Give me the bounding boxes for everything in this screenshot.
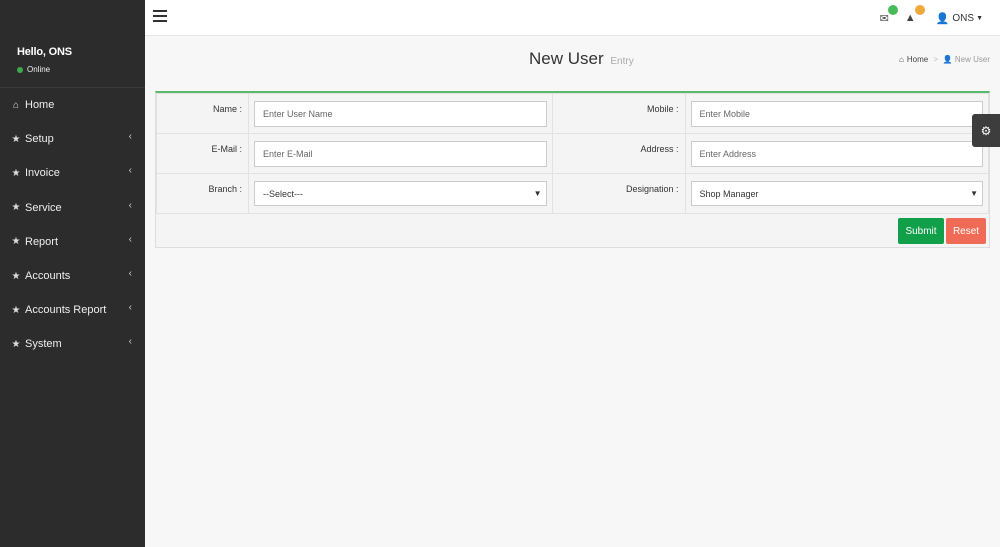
sidebar-item-invoice[interactable]: ★ Invoice ‹	[0, 156, 145, 190]
top-navbar: ✉ ▲ 👤 ONS ▼	[145, 0, 1000, 36]
star-icon: ★	[11, 236, 21, 248]
reset-button[interactable]: Reset	[946, 218, 986, 244]
page-title: New User Entry	[529, 49, 634, 69]
address-input[interactable]	[690, 140, 983, 167]
messages-badge	[887, 4, 898, 15]
envelope-icon: ✉	[879, 12, 889, 25]
sidebar-item-report[interactable]: ★ Report ‹	[0, 225, 145, 259]
home-icon: ⌂	[12, 99, 20, 111]
designation-label: Designation :	[551, 173, 686, 214]
branch-select[interactable]: --Select--- ▼	[254, 181, 547, 206]
menu-toggle-icon[interactable]	[153, 10, 167, 22]
messages-button[interactable]: ✉	[879, 4, 898, 25]
gear-icon[interactable]: ⚙	[972, 114, 1000, 147]
designation-selected-value: Shop Manager	[699, 188, 759, 199]
submit-button[interactable]: Submit	[898, 218, 944, 244]
sidebar-item-label: Accounts	[25, 270, 71, 283]
branch-label: Branch :	[156, 173, 249, 214]
home-icon: ⌂	[899, 55, 904, 64]
mobile-input[interactable]	[690, 100, 983, 127]
designation-select[interactable]: Shop Manager ▼	[690, 181, 983, 206]
form-actions: Submit Reset	[156, 214, 989, 252]
navbar-right: ✉ ▲ 👤 ONS ▼	[880, 0, 1000, 36]
breadcrumb-separator: >	[933, 55, 938, 64]
new-user-form: Name : Mobile : E-Mail : Address : Branc…	[155, 91, 990, 248]
form-row: Name : Mobile :	[156, 93, 989, 134]
status-dot-icon	[17, 66, 23, 73]
user-icon: 👤	[942, 55, 953, 64]
branch-cell: --Select--- ▼	[248, 173, 553, 214]
page-title-text: New User	[529, 49, 604, 68]
star-icon: ★	[11, 338, 21, 350]
breadcrumb: ⌂ Home > 👤 New User	[899, 55, 990, 64]
star-icon: ★	[11, 270, 21, 282]
user-name: ONS	[952, 12, 975, 24]
designation-cell: Shop Manager ▼	[684, 173, 989, 214]
name-label: Name :	[156, 93, 249, 134]
online-status: Online	[17, 65, 145, 74]
chevron-left-icon: ‹	[128, 199, 132, 211]
sidebar-item-service[interactable]: ★ Service ‹	[0, 191, 145, 225]
mobile-cell	[684, 93, 989, 134]
sidebar-item-accounts[interactable]: ★ Accounts ‹	[0, 259, 145, 293]
sidebar-item-home[interactable]: ⌂ Home	[0, 88, 145, 122]
sidebar-item-system[interactable]: ★ System ‹	[0, 327, 145, 361]
user-menu[interactable]: 👤 ONS ▼	[936, 12, 983, 25]
email-cell	[248, 133, 553, 174]
form-row: Branch : --Select--- ▼ Designation : Sho…	[156, 173, 989, 214]
chevron-left-icon: ‹	[128, 233, 132, 245]
breadcrumb-current: New User	[954, 55, 990, 64]
star-icon: ★	[11, 304, 21, 316]
sidebar-item-label: Home	[25, 99, 55, 112]
mobile-label: Mobile :	[551, 93, 686, 134]
alerts-badge	[914, 5, 925, 15]
address-label: Address :	[551, 133, 686, 174]
name-input[interactable]	[254, 100, 547, 127]
alerts-button[interactable]: ▲	[904, 5, 925, 24]
branch-selected-value: --Select---	[263, 188, 303, 199]
name-cell	[248, 93, 553, 134]
sidebar-item-setup[interactable]: ★ Setup ‹	[0, 122, 145, 156]
page-subtitle: Entry	[610, 56, 634, 67]
chevron-left-icon: ‹	[128, 336, 132, 348]
email-input[interactable]	[254, 140, 547, 167]
star-icon: ★	[11, 133, 21, 145]
email-label: E-Mail :	[156, 133, 249, 174]
sidebar-item-label: Invoice	[25, 167, 60, 180]
form-row: E-Mail : Address :	[156, 133, 989, 174]
sidebar: Hello, ONS Online ⌂ Home ★ Setup ‹ ★ Invoice…	[0, 0, 145, 547]
status-text: Online	[27, 65, 51, 74]
sidebar-item-label: Service	[25, 201, 62, 214]
star-icon: ★	[11, 167, 21, 179]
chevron-left-icon: ‹	[128, 302, 132, 314]
sidebar-item-accounts-report[interactable]: ★ Accounts Report ‹	[0, 293, 145, 327]
form-table: Name : Mobile : E-Mail : Address : Branc…	[156, 93, 989, 214]
sidebar-item-label: Accounts Report	[25, 304, 107, 317]
chevron-left-icon: ‹	[128, 165, 132, 177]
dropdown-arrow-icon: ▼	[533, 189, 542, 198]
star-icon: ★	[11, 202, 21, 214]
chevron-left-icon: ‹	[128, 131, 132, 143]
sidebar-item-label: Report	[25, 235, 59, 248]
chevron-left-icon: ‹	[128, 267, 132, 279]
caret-down-icon: ▼	[976, 14, 983, 22]
sidebar-item-label: System	[25, 338, 62, 351]
sidebar-menu: ⌂ Home ★ Setup ‹ ★ Invoice ‹ ★ Service ‹ ★ Repor…	[0, 88, 145, 362]
user-profile: Hello, ONS Online	[0, 0, 145, 88]
breadcrumb-home[interactable]: Home	[907, 55, 928, 64]
greeting: Hello, ONS	[17, 46, 72, 58]
dropdown-arrow-icon: ▼	[970, 189, 978, 198]
sidebar-item-label: Setup	[25, 133, 54, 146]
address-cell	[684, 133, 989, 174]
warning-icon: ▲	[904, 12, 916, 24]
user-icon: 👤	[935, 12, 950, 25]
